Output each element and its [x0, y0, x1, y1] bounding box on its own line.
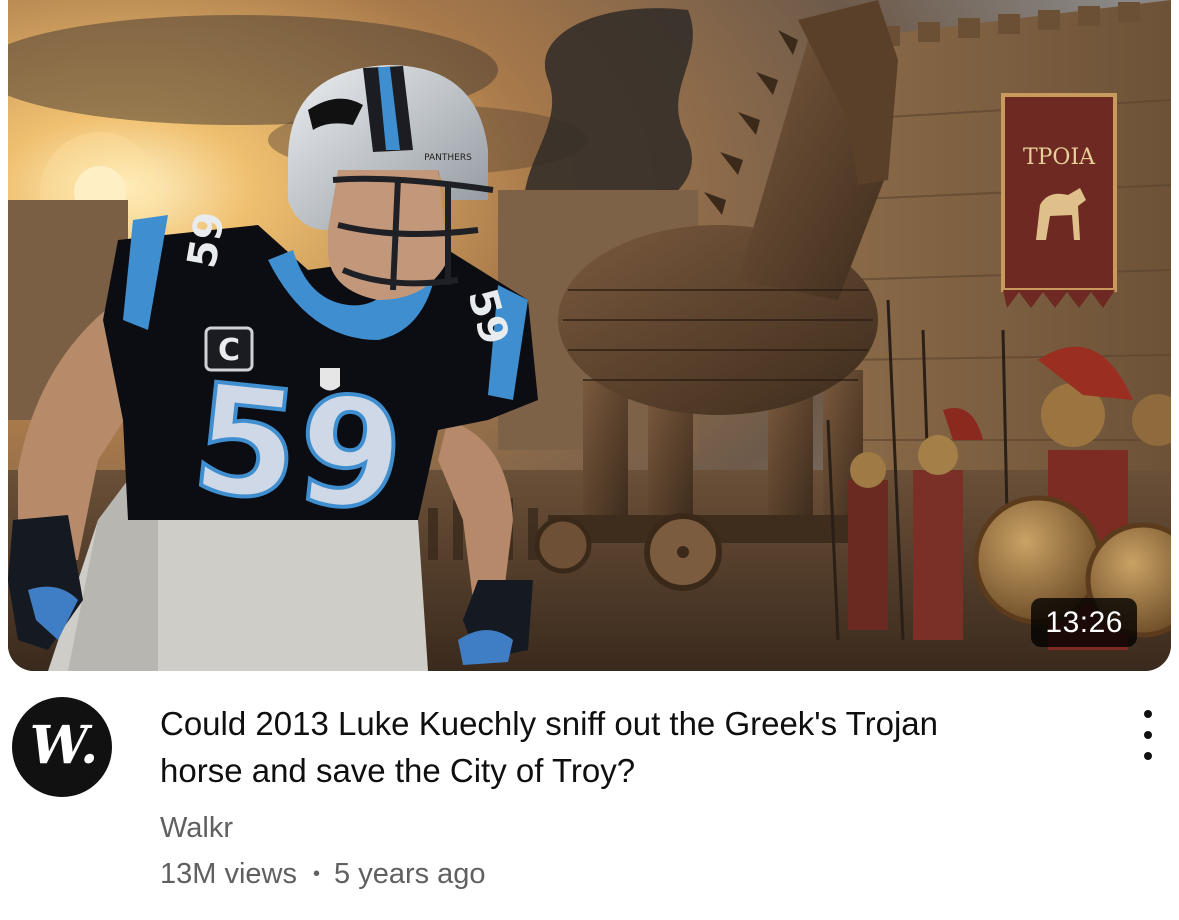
- duration-badge: 13:26: [1031, 598, 1137, 647]
- banner-text: ΤΡΟΙΑ: [1023, 145, 1096, 170]
- thumbnail-artwork: ΤΡΟΙΑ C 59 59 59 PANTHERS: [8, 0, 1171, 671]
- channel-name[interactable]: Walkr: [160, 812, 233, 845]
- video-thumbnail[interactable]: ΤΡΟΙΑ C 59 59 59 PANTHERS 13:26: [8, 0, 1171, 671]
- helmet-label: PANTHERS: [424, 153, 472, 163]
- video-meta: 13M views • 5 years ago: [160, 858, 486, 891]
- view-count: 13M views: [160, 858, 297, 890]
- channel-avatar[interactable]: W.: [12, 697, 112, 797]
- menu-dot: [1144, 752, 1152, 760]
- more-vert-icon[interactable]: [1128, 708, 1168, 762]
- troy-banner: [1001, 93, 1117, 292]
- upload-age: 5 years ago: [334, 858, 486, 890]
- menu-dot: [1144, 710, 1152, 718]
- meta-separator: •: [313, 863, 321, 885]
- video-title[interactable]: Could 2013 Luke Kuechly sniff out the Gr…: [160, 700, 960, 794]
- chest-number: 59: [185, 352, 411, 547]
- menu-dot: [1144, 731, 1152, 739]
- avatar-logo: W.: [29, 714, 99, 776]
- shoulder-number-left: 59: [179, 209, 234, 272]
